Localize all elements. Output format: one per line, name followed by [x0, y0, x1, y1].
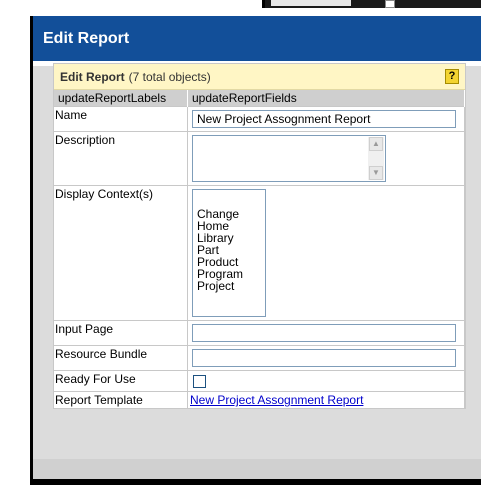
dialog-body: Edit Report Edit Report (7 total objects… — [33, 16, 481, 479]
panel-title: Edit Report — [60, 69, 125, 84]
scroll-up-icon[interactable]: ▲ — [369, 137, 383, 151]
background-window-fragment — [262, 0, 481, 8]
description-cell: ▲ ▼ — [187, 131, 465, 186]
display-context-label: Display Context(s) — [54, 185, 188, 321]
description-scrollbar[interactable]: ▲ ▼ — [368, 137, 384, 180]
input-page-input[interactable] — [192, 324, 456, 342]
table-row: Input Page — [54, 320, 465, 346]
help-icon[interactable]: ? — [445, 69, 459, 84]
report-template-link[interactable]: New Project Assognment Report — [190, 393, 363, 407]
name-cell: New Project Assognment Report — [187, 106, 465, 132]
table-row: Display Context(s) Change Home Library P… — [54, 185, 465, 321]
document-icon — [385, 0, 395, 8]
table-row: Report Template New Project Assognment R… — [54, 391, 465, 408]
table-header-row: updateReportLabels updateReportFields — [54, 90, 465, 107]
resource-bundle-cell — [187, 345, 465, 371]
dialog-title: Edit Report — [43, 29, 130, 47]
table-row: Name New Project Assognment Report — [54, 106, 465, 132]
name-label: Name — [54, 106, 188, 132]
resource-bundle-label: Resource Bundle — [54, 345, 188, 371]
display-context-cell: Change Home Library Part Product Program… — [187, 185, 465, 321]
object-count: (7 total objects) — [128, 69, 211, 84]
display-context-listbox[interactable]: Change Home Library Part Product Program… — [192, 189, 266, 317]
content-bottom-band — [33, 459, 481, 479]
edit-report-dialog: Edit Report Edit Report (7 total objects… — [30, 16, 481, 485]
description-label: Description — [54, 131, 188, 186]
ready-for-use-cell — [187, 370, 465, 392]
panel-header: Edit Report (7 total objects) ? — [54, 64, 465, 90]
dialog-title-bar: Edit Report — [33, 16, 481, 61]
display-context-option[interactable]: Project — [197, 280, 265, 292]
edit-report-table: updateReportLabels updateReportFields Na… — [54, 90, 465, 408]
input-page-cell — [187, 320, 465, 346]
table-row: Description ▲ ▼ — [54, 131, 465, 186]
report-template-cell: New Project Assognment Report — [187, 391, 465, 408]
background-window-content — [271, 0, 351, 6]
resource-bundle-input[interactable] — [192, 349, 456, 367]
ready-for-use-label: Ready For Use — [54, 370, 188, 392]
column-header-fields: updateReportFields — [187, 90, 465, 107]
report-template-label: Report Template — [54, 391, 188, 408]
table-row: Resource Bundle — [54, 345, 465, 371]
name-input[interactable]: New Project Assognment Report — [192, 110, 456, 128]
edit-report-panel: Edit Report (7 total objects) ? updateRe… — [53, 63, 466, 409]
description-textarea[interactable]: ▲ ▼ — [192, 135, 386, 182]
input-page-label: Input Page — [54, 320, 188, 346]
table-row: Ready For Use — [54, 370, 465, 392]
scroll-down-icon[interactable]: ▼ — [369, 166, 383, 180]
ready-for-use-checkbox[interactable] — [193, 375, 206, 388]
column-header-labels: updateReportLabels — [54, 90, 188, 107]
